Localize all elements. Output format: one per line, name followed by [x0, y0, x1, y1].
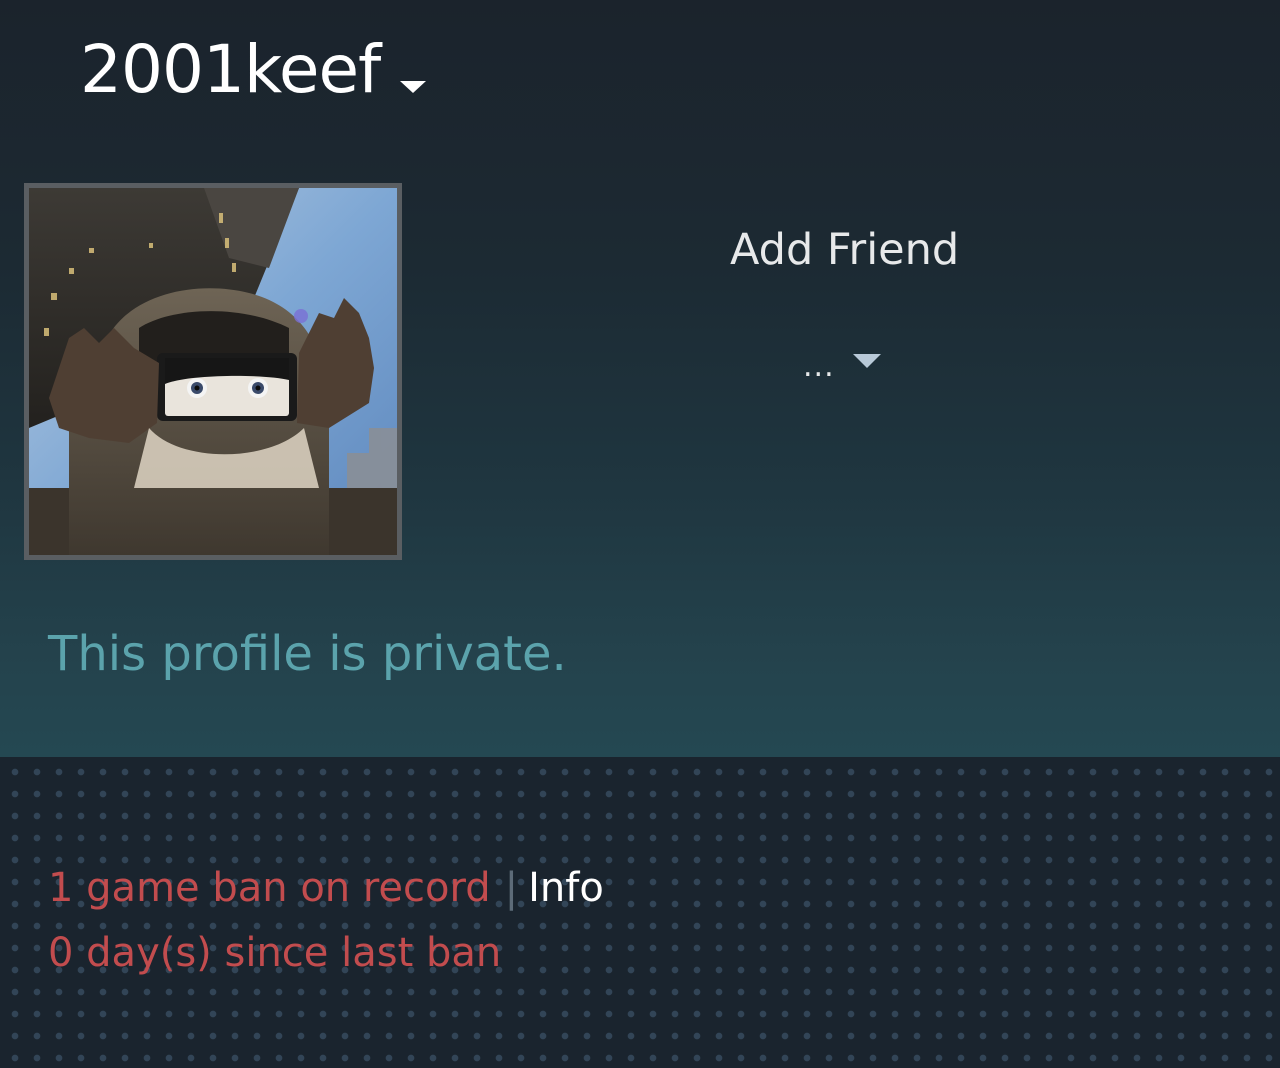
profile-page: 2001keef Add Friend ... This profile is … — [0, 0, 1280, 1068]
days-since-ban: 0 day(s) since last ban — [48, 930, 502, 976]
avatar — [24, 183, 402, 560]
add-friend-button[interactable]: Add Friend — [730, 225, 959, 275]
more-actions-dropdown[interactable]: ... — [803, 352, 881, 382]
caret-down-icon — [400, 81, 427, 93]
game-ban-line: 1 game ban on record | Info — [48, 865, 604, 911]
caret-down-icon — [852, 354, 881, 368]
profile-header: 2001keef Add Friend ... This profile is … — [0, 0, 1280, 757]
game-ban-text: 1 game ban on record — [48, 865, 491, 911]
more-dots: ... — [803, 349, 835, 384]
avatar-image — [29, 188, 397, 555]
private-profile-message: This profile is private. — [48, 626, 567, 682]
ban-info-link[interactable]: Info — [528, 865, 604, 911]
separator: | — [504, 865, 519, 911]
persona-name-dropdown[interactable]: 2001keef — [80, 30, 427, 110]
ban-status-panel — [0, 757, 1280, 1068]
persona-name: 2001keef — [80, 31, 381, 108]
